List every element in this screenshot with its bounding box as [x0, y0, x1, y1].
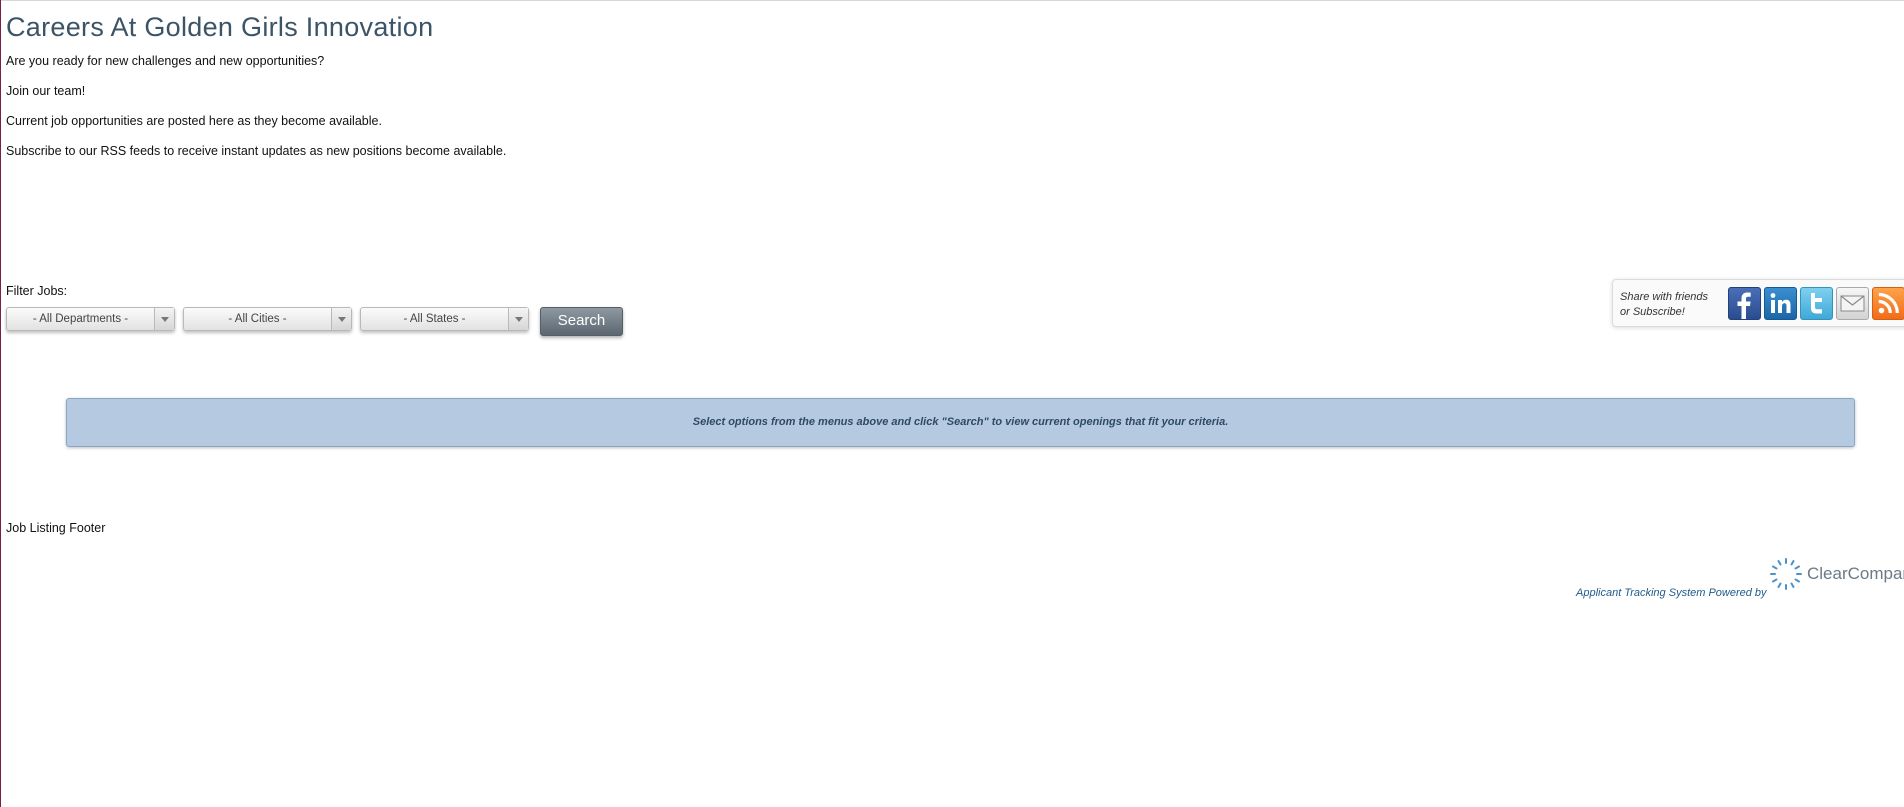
powered-by-link[interactable]: Applicant Tracking System Powered by [1576, 587, 1767, 599]
state-dropdown-toggle[interactable] [508, 308, 528, 330]
linkedin-icon[interactable] [1764, 287, 1797, 320]
filter-jobs-label: Filter Jobs: [6, 284, 68, 298]
page-title: Careers At Golden Girls Innovation [6, 12, 434, 42]
city-dropdown-toggle[interactable] [331, 308, 351, 330]
department-dropdown-toggle[interactable] [154, 308, 174, 330]
city-select[interactable]: - All Cities - [183, 307, 352, 331]
twitter-icon[interactable] [1800, 287, 1833, 320]
clearcompany-logo-text: ClearCompany [1807, 564, 1904, 583]
chevron-down-icon [515, 317, 523, 322]
facebook-icon[interactable] [1728, 287, 1761, 320]
state-select[interactable]: - All States - [360, 307, 529, 331]
department-select-value: - All Departments - [32, 313, 129, 325]
search-button[interactable]: Search [540, 307, 623, 336]
share-text-line: Share with friends [1620, 291, 1709, 303]
state-select-value: - All States - [403, 313, 466, 325]
top-divider [1, 0, 1904, 1]
email-icon[interactable] [1836, 287, 1869, 320]
notice-text: Select options from the menus above and … [692, 416, 1229, 428]
share-text: Share with friends or Subscribe! [1620, 290, 1720, 320]
city-select-value: - All Cities - [228, 313, 287, 325]
chevron-down-icon [338, 317, 346, 322]
intro-line: Current job opportunities are posted her… [6, 114, 382, 128]
department-select[interactable]: - All Departments - [6, 307, 175, 331]
job-listing-footer: Job Listing Footer [6, 521, 106, 535]
clearcompany-logo[interactable]: ClearCompany [1768, 556, 1904, 596]
rss-icon[interactable] [1872, 287, 1904, 320]
intro-line: Are you ready for new challenges and new… [6, 54, 325, 68]
intro-line: Join our team! [6, 84, 86, 98]
chevron-down-icon [161, 317, 169, 322]
search-instructions-notice: Select options from the menus above and … [66, 398, 1855, 447]
intro-line: Subscribe to our RSS feeds to receive in… [6, 144, 507, 158]
share-panel: Share with friends or Subscribe! [1612, 279, 1904, 327]
clearcompany-logo-icon [1770, 558, 1802, 590]
share-text-line: or Subscribe! [1620, 306, 1685, 318]
